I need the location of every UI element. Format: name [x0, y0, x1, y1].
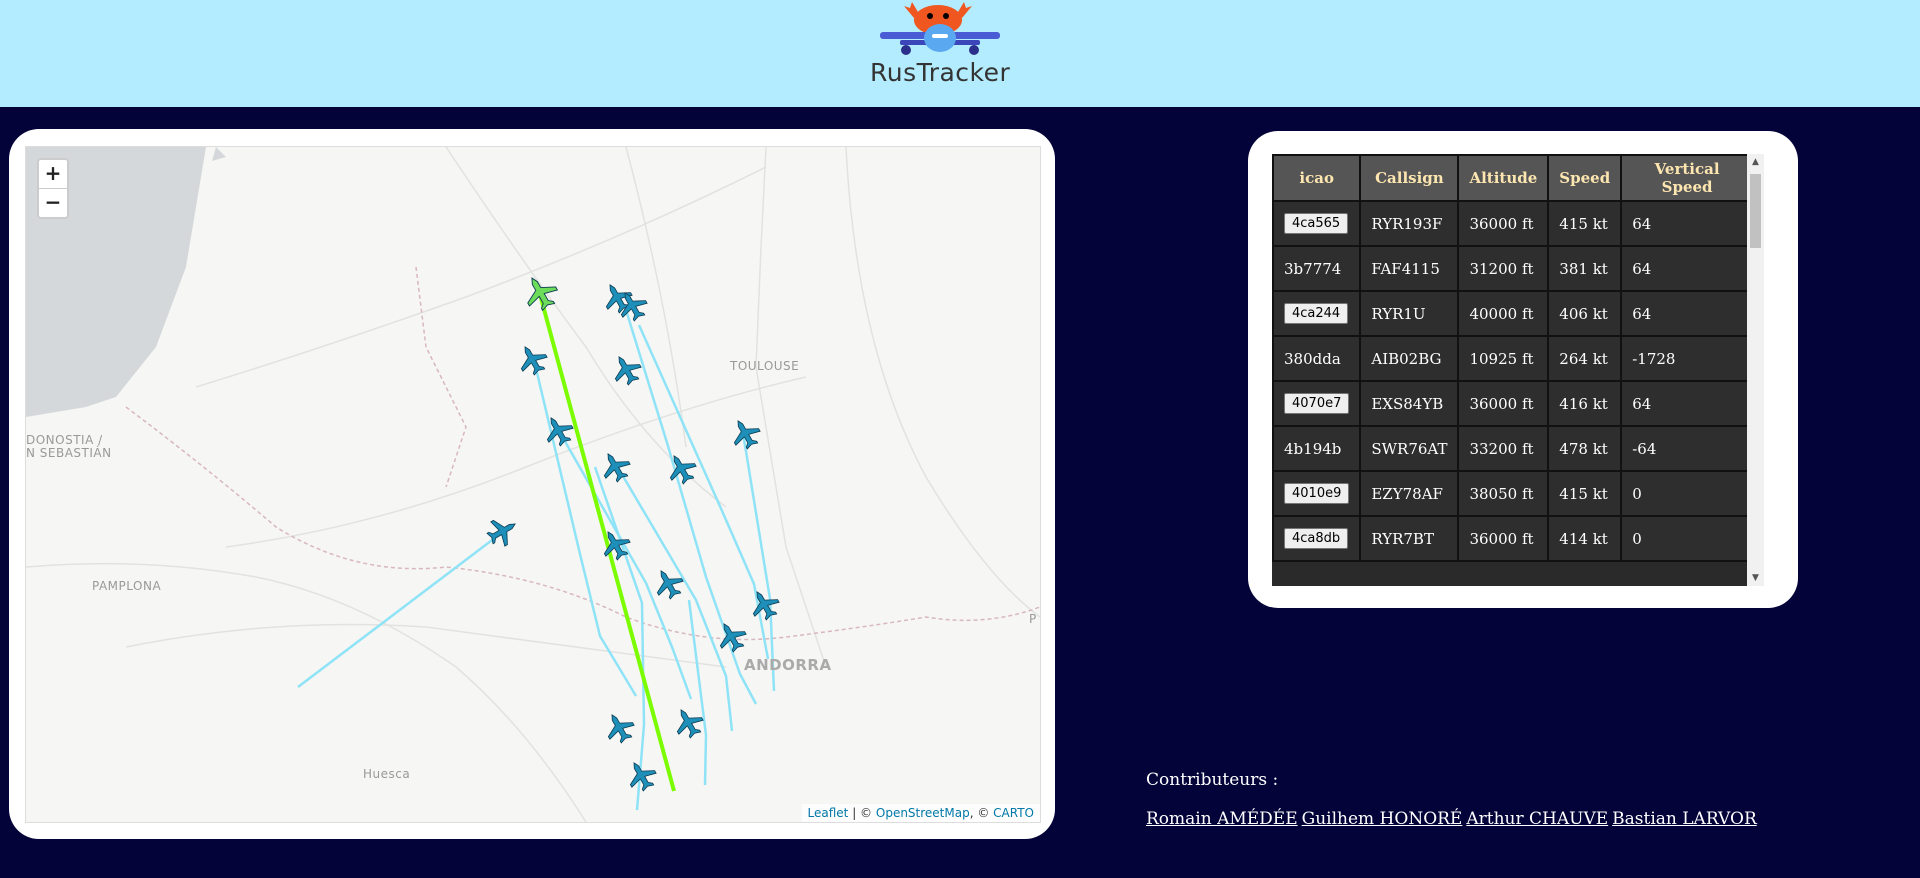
- icao-select-button[interactable]: 4ca565: [1284, 213, 1349, 234]
- scroll-up-icon[interactable]: ▲: [1747, 157, 1764, 167]
- cell-speed: 416 kt: [1547, 380, 1623, 427]
- table-row: 4ca565 RYR193F 36000 ft 415 kt 64: [1272, 200, 1754, 247]
- osm-link[interactable]: OpenStreetMap: [876, 806, 970, 820]
- scroll-thumb[interactable]: [1750, 174, 1761, 248]
- cell-callsign: AIB02BG: [1359, 335, 1460, 382]
- flights-table: icao Callsign Altitude Speed Vertical Sp…: [1272, 154, 1754, 562]
- map-attribution: Leaflet | © OpenStreetMap, © CARTO: [801, 804, 1040, 822]
- header-vertical-speed: Vertical Speed: [1620, 154, 1754, 202]
- zoom-control: + −: [37, 158, 69, 219]
- place-huesca: Huesca: [363, 767, 411, 781]
- cell-callsign: RYR193F: [1359, 200, 1460, 247]
- map-card: TOULOUSE DONOSTIA / N SEBASTIÁN PAMPLONA…: [9, 129, 1055, 839]
- map-layer[interactable]: [26, 147, 1040, 822]
- cell-vertical-speed: 64: [1620, 245, 1754, 292]
- cell-vertical-speed: 64: [1620, 200, 1754, 247]
- cell-speed: 478 kt: [1547, 425, 1623, 472]
- cell-icao: 4b194b: [1272, 425, 1362, 472]
- contributor-link[interactable]: Guilhem HONORÉ: [1302, 809, 1463, 829]
- cell-speed: 264 kt: [1547, 335, 1623, 382]
- cell-vertical-speed: 64: [1620, 380, 1754, 427]
- cell-callsign: RYR7BT: [1359, 515, 1460, 562]
- cell-speed: 381 kt: [1547, 245, 1623, 292]
- flights-table-scroll[interactable]: icao Callsign Altitude Speed Vertical Sp…: [1272, 154, 1764, 586]
- cell-altitude: 36000 ft: [1457, 380, 1550, 427]
- table-row: 4ca244 RYR1U 40000 ft 406 kt 64: [1272, 290, 1754, 337]
- cell-icao: 3b7774: [1272, 245, 1362, 292]
- cell-vertical-speed: 0: [1620, 470, 1754, 517]
- header-altitude: Altitude: [1457, 154, 1550, 202]
- zoom-out-button[interactable]: −: [39, 189, 67, 217]
- cell-callsign: FAF4115: [1359, 245, 1460, 292]
- rustracker-logo: RusTracker: [870, 0, 1010, 100]
- contributor-link[interactable]: Romain AMÉDÉE: [1146, 809, 1298, 829]
- contributor-link[interactable]: Arthur CHAUVE: [1466, 809, 1608, 829]
- cell-vertical-speed: -1728: [1620, 335, 1754, 382]
- icao-select-button[interactable]: 4070e7: [1284, 393, 1350, 414]
- place-edge: P: [1029, 612, 1037, 626]
- place-andorra: ANDORRA: [744, 656, 832, 674]
- cell-callsign: EXS84YB: [1359, 380, 1460, 427]
- cell-speed: 406 kt: [1547, 290, 1623, 337]
- cell-vertical-speed: 64: [1620, 290, 1754, 337]
- place-toulouse: TOULOUSE: [730, 359, 800, 373]
- table-row: 4b194b SWR76AT 33200 ft 478 kt -64: [1272, 425, 1754, 472]
- icao-text: 380dda: [1284, 349, 1341, 368]
- cell-callsign: EZY78AF: [1359, 470, 1460, 517]
- flight-map[interactable]: TOULOUSE DONOSTIA / N SEBASTIÁN PAMPLONA…: [25, 146, 1041, 823]
- table-row: 4010e9 EZY78AF 38050 ft 415 kt 0: [1272, 470, 1754, 517]
- place-donostia: DONOSTIA /: [26, 433, 103, 447]
- table-header-row: icao Callsign Altitude Speed Vertical Sp…: [1272, 154, 1754, 202]
- cell-altitude: 38050 ft: [1457, 470, 1550, 517]
- cell-callsign: RYR1U: [1359, 290, 1460, 337]
- cell-altitude: 10925 ft: [1457, 335, 1550, 382]
- cell-callsign: SWR76AT: [1359, 425, 1460, 472]
- cell-icao: 4010e9: [1272, 470, 1362, 517]
- cell-vertical-speed: -64: [1620, 425, 1754, 472]
- cell-altitude: 36000 ft: [1457, 515, 1550, 562]
- cell-icao: 4070e7: [1272, 380, 1362, 427]
- cell-icao: 4ca8db: [1272, 515, 1362, 562]
- cell-speed: 414 kt: [1547, 515, 1623, 562]
- cell-altitude: 36000 ft: [1457, 200, 1550, 247]
- scroll-down-icon[interactable]: ▼: [1747, 573, 1764, 583]
- table-card: icao Callsign Altitude Speed Vertical Sp…: [1248, 131, 1798, 608]
- table-scrollbar[interactable]: ▲ ▼: [1747, 154, 1764, 586]
- cell-speed: 415 kt: [1547, 470, 1623, 517]
- cell-altitude: 40000 ft: [1457, 290, 1550, 337]
- cell-speed: 415 kt: [1547, 200, 1623, 247]
- cell-icao: 380dda: [1272, 335, 1362, 382]
- icao-select-button[interactable]: 4ca8db: [1284, 528, 1349, 549]
- logo-text: RusTracker: [870, 58, 1011, 87]
- header-speed: Speed: [1547, 154, 1623, 202]
- place-pamplona: PAMPLONA: [92, 579, 162, 593]
- attrib-sep1: | ©: [848, 806, 876, 820]
- leaflet-link[interactable]: Leaflet: [808, 806, 849, 820]
- icao-select-button[interactable]: 4ca244: [1284, 303, 1349, 324]
- header: RusTracker: [0, 0, 1920, 107]
- table-row: 4ca8db RYR7BT 36000 ft 414 kt 0: [1272, 515, 1754, 562]
- place-san-sebastian: N SEBASTIÁN: [26, 446, 112, 460]
- carto-link[interactable]: CARTO: [993, 806, 1034, 820]
- icao-text: 3b7774: [1284, 259, 1342, 278]
- crab-plane-icon: [880, 2, 1000, 55]
- cell-icao: 4ca565: [1272, 200, 1362, 247]
- cell-icao: 4ca244: [1272, 290, 1362, 337]
- header-icao: icao: [1272, 154, 1362, 202]
- cell-altitude: 33200 ft: [1457, 425, 1550, 472]
- cell-altitude: 31200 ft: [1457, 245, 1550, 292]
- contributor-link[interactable]: Bastian LARVOR: [1612, 809, 1757, 829]
- contributors-title: Contributeurs :: [1146, 770, 1279, 790]
- icao-select-button[interactable]: 4010e9: [1284, 483, 1350, 504]
- icao-text: 4b194b: [1284, 439, 1342, 458]
- contributors-list: Romain AMÉDÉE Guilhem HONORÉ Arthur CHAUVE…: [1146, 809, 1761, 829]
- table-row: 3b7774 FAF4115 31200 ft 381 kt 64: [1272, 245, 1754, 292]
- table-row: 380dda AIB02BG 10925 ft 264 kt -1728: [1272, 335, 1754, 382]
- table-body: 4ca565 RYR193F 36000 ft 415 kt 64 3b7774 FAF41…: [1272, 200, 1754, 562]
- zoom-in-button[interactable]: +: [39, 160, 67, 189]
- table-row: 4070e7 EXS84YB 36000 ft 416 kt 64: [1272, 380, 1754, 427]
- attrib-sep2: , ©: [969, 806, 994, 820]
- cell-vertical-speed: 0: [1620, 515, 1754, 562]
- header-callsign: Callsign: [1359, 154, 1460, 202]
